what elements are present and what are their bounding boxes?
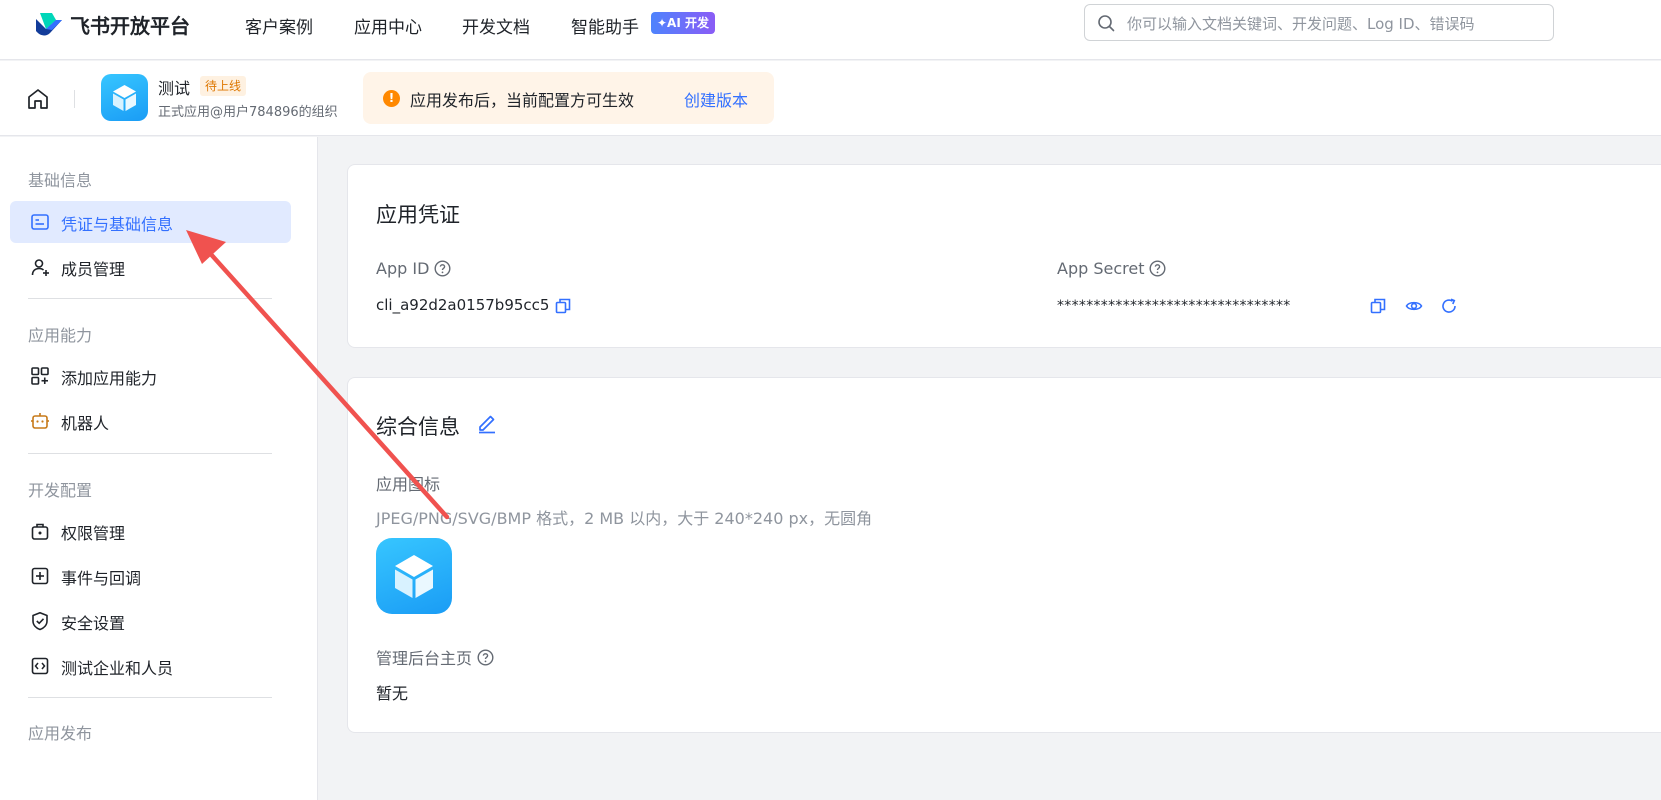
nav-app-center[interactable]: 应用中心 — [354, 13, 422, 38]
app-secret-label-text: App Secret — [1057, 259, 1145, 278]
ai-dev-badge[interactable]: ✦AI 开发 — [651, 12, 715, 34]
app-id-label-text: App ID — [376, 259, 430, 278]
section-title-dev-config: 开发配置 — [28, 481, 93, 500]
sidebar-item-members[interactable]: 成员管理 — [10, 246, 291, 288]
sidebar: 基础信息 凭证与基础信息 成员管理 应用能力 添加应用能力 机器人 开发配置 权… — [0, 137, 318, 800]
app-avatar — [101, 74, 148, 121]
edit-icon[interactable] — [476, 412, 498, 434]
sidebar-item-label: 权限管理 — [61, 524, 126, 543]
app-organization: 正式应用@用户784896的组织 — [158, 105, 338, 120]
sidebar-item-label: 机器人 — [61, 414, 110, 433]
top-navigation: 飞书开放平台 客户案例 应用中心 开发文档 智能助手 ✦AI 开发 你可以输入文… — [0, 0, 1661, 60]
credentials-card: 应用凭证 App ID cli_a92d2a0157b95cc5 App Sec… — [347, 164, 1661, 348]
app-id-value: cli_a92d2a0157b95cc5 — [376, 296, 550, 314]
help-icon[interactable] — [434, 260, 451, 277]
notice-text: 应用发布后，当前配置方可生效 — [410, 91, 635, 110]
test-icon — [31, 657, 49, 675]
admin-home-value: 暂无 — [376, 684, 409, 703]
sidebar-item-permissions[interactable]: 权限管理 — [10, 510, 291, 552]
create-version-link[interactable]: 创建版本 — [684, 87, 748, 111]
status-badge: 待上线 — [200, 76, 247, 96]
search-icon — [1098, 15, 1115, 32]
brand-logo[interactable]: 飞书开放平台 — [32, 10, 190, 39]
divider — [28, 453, 272, 454]
credentials-title: 应用凭证 — [376, 203, 460, 227]
app-secret-value: ******************************** — [1057, 298, 1291, 314]
app-header: 测试 待上线 正式应用@用户784896的组织 ! 应用发布后，当前配置方可生效… — [0, 61, 1661, 136]
brand-name: 飞书开放平台 — [70, 14, 190, 38]
general-info-card: 综合信息 应用图标 JPEG/PNG/SVG/BMP 格式，2 MB 以内，大于… — [347, 377, 1661, 733]
sidebar-item-events[interactable]: 事件与回调 — [10, 555, 291, 597]
app-id-label: App ID — [376, 259, 451, 278]
sidebar-item-test-users[interactable]: 测试企业和人员 — [10, 645, 291, 687]
section-title-capabilities: 应用能力 — [28, 326, 93, 345]
nav-dev-docs[interactable]: 开发文档 — [462, 13, 530, 38]
sidebar-item-label: 安全设置 — [61, 614, 126, 633]
sidebar-item-robot[interactable]: 机器人 — [10, 400, 291, 442]
refresh-icon[interactable] — [1440, 297, 1458, 315]
divider — [28, 298, 272, 299]
credential-icon — [31, 214, 49, 230]
nav-smart-assistant[interactable]: 智能助手 — [571, 13, 639, 38]
feishu-logo-icon — [36, 12, 62, 35]
section-title-publish: 应用发布 — [28, 724, 93, 743]
shield-icon — [32, 612, 48, 631]
sidebar-item-label: 添加应用能力 — [61, 369, 158, 388]
nav-customer-cases[interactable]: 客户案例 — [245, 13, 313, 38]
event-icon — [31, 567, 49, 585]
sidebar-item-label: 事件与回调 — [61, 569, 142, 588]
home-icon[interactable] — [26, 87, 50, 111]
help-icon[interactable] — [477, 648, 494, 666]
copy-icon[interactable] — [1369, 297, 1387, 315]
app-icon-hint: JPEG/PNG/SVG/BMP 格式，2 MB 以内，大于 240*240 p… — [376, 509, 873, 528]
add-capability-icon — [31, 367, 49, 385]
general-info-title: 综合信息 — [376, 415, 460, 439]
robot-icon — [31, 413, 49, 429]
sidebar-item-label: 测试企业和人员 — [61, 659, 174, 678]
divider — [74, 90, 75, 108]
sidebar-item-add-capability[interactable]: 添加应用能力 — [10, 355, 291, 397]
publish-notice: ! 应用发布后，当前配置方可生效 创建版本 — [363, 72, 774, 124]
sidebar-item-security[interactable]: 安全设置 — [10, 600, 291, 642]
sidebar-item-label: 成员管理 — [61, 260, 126, 279]
app-name: 测试 — [158, 79, 191, 98]
eye-icon[interactable] — [1405, 297, 1423, 315]
section-title-basic-info: 基础信息 — [28, 171, 93, 190]
search-input[interactable]: 你可以输入文档关键词、开发问题、Log ID、错误码 — [1127, 13, 1475, 34]
app-icon-label: 应用图标 — [376, 475, 441, 494]
search-box[interactable]: 你可以输入文档关键词、开发问题、Log ID、错误码 — [1084, 4, 1554, 41]
cube-icon — [113, 85, 136, 111]
permission-icon — [31, 523, 49, 540]
sidebar-item-label: 凭证与基础信息 — [61, 215, 174, 234]
warning-icon: ! — [383, 90, 400, 107]
admin-home-label-text: 管理后台主页 — [376, 649, 473, 668]
app-secret-label: App Secret — [1057, 259, 1166, 278]
cube-icon — [395, 555, 433, 598]
sidebar-item-credentials[interactable]: 凭证与基础信息 — [10, 201, 291, 243]
help-icon[interactable] — [1149, 260, 1166, 277]
member-icon — [31, 259, 49, 276]
divider — [28, 697, 272, 698]
admin-home-label: 管理后台主页 — [376, 645, 494, 669]
app-icon-preview[interactable] — [376, 538, 452, 614]
copy-icon[interactable] — [554, 297, 572, 315]
